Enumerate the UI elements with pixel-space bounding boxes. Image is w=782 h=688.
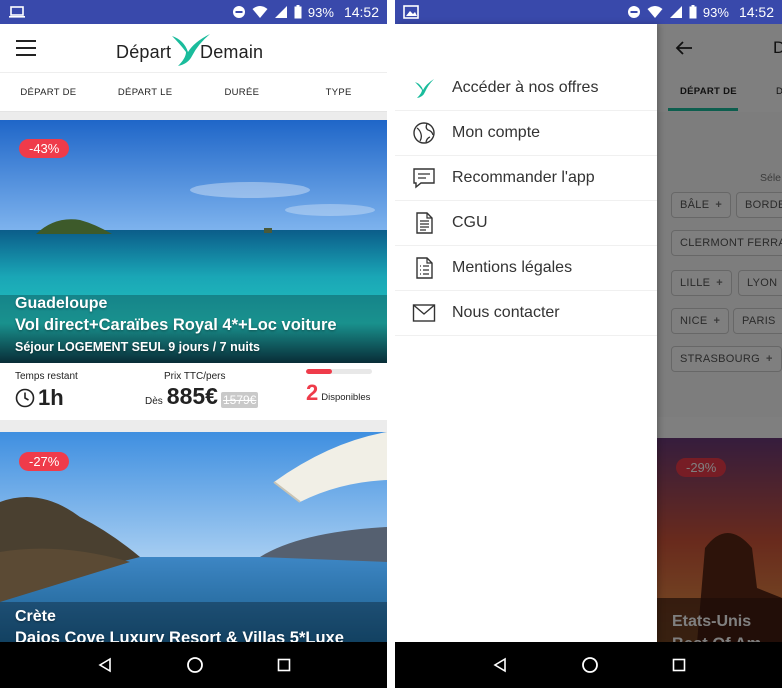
home-nav-icon[interactable]	[186, 656, 204, 674]
clock-icon	[15, 388, 35, 408]
image-icon	[403, 5, 419, 19]
document-icon	[416, 212, 433, 234]
drawer-item-label: Mentions légales	[452, 259, 573, 276]
filter-tabs: DÉPART DE DÉPART LE DURÉE TYPE	[0, 72, 387, 112]
offer-destination: Guadeloupe	[15, 295, 108, 312]
logo-text-demain: Demain	[200, 42, 264, 62]
time-left-value: 1h	[38, 385, 64, 410]
status-bar: 93% 14:52	[0, 0, 387, 24]
phone-navigation-drawer: 93% 14:52 D DÉPART DE D Séle BÂLE+ BORDE…	[395, 0, 782, 688]
drawer-item-cgu[interactable]: CGU	[395, 201, 657, 246]
do-not-disturb-icon	[627, 6, 640, 18]
filter-tab-duree[interactable]: DURÉE	[194, 87, 291, 98]
battery-icon	[294, 5, 302, 19]
price-value: 885€	[166, 383, 218, 409]
bird-icon	[415, 79, 434, 98]
offer-card[interactable]: -27% Crète Daios Cove Luxury Resort & Vi…	[0, 432, 387, 647]
chat-icon	[413, 168, 435, 189]
recents-nav-icon[interactable]	[277, 658, 291, 672]
signal-icon	[669, 6, 682, 18]
back-nav-icon[interactable]	[97, 657, 113, 673]
signal-icon	[274, 6, 287, 18]
globe-icon	[413, 122, 435, 144]
brand-logo: Départ Demain	[116, 30, 276, 68]
system-nav-bar	[0, 642, 387, 688]
drawer-item-compte[interactable]: Mon compte	[395, 111, 657, 156]
wifi-icon	[252, 6, 268, 18]
drawer-item-label: CGU	[452, 214, 488, 231]
offer-text: Guadeloupe Vol direct+Caraïbes Royal 4*+…	[15, 295, 337, 354]
available-count: 2	[306, 380, 319, 405]
price-prefix: Dès	[145, 396, 163, 407]
battery-percent: 93%	[702, 4, 729, 20]
back-nav-icon[interactable]	[492, 657, 508, 673]
available-label: Disponibles	[321, 392, 371, 403]
drawer-item-offres[interactable]: Accéder à nos offres	[395, 66, 657, 111]
drawer-item-label: Nous contacter	[452, 304, 560, 321]
battery-percent: 93%	[307, 4, 334, 20]
filter-tab-depart-de[interactable]: DÉPART DE	[0, 87, 97, 98]
navigation-drawer: Accéder à nos offres Mon compte Recomman…	[395, 24, 657, 642]
list-document-icon	[416, 257, 433, 279]
discount-badge: -27%	[19, 452, 70, 471]
offer-destination: Crète	[15, 608, 56, 625]
clock: 14:52	[343, 4, 379, 20]
drawer-item-label: Recommander l'app	[452, 169, 595, 186]
hamburger-menu-icon[interactable]	[16, 40, 36, 56]
old-price: 1579€	[220, 392, 259, 408]
drawer-item-contact[interactable]: Nous contacter	[395, 291, 657, 336]
recents-nav-icon[interactable]	[672, 658, 686, 672]
price-block: Prix TTC/pers Dès 885€ 1579€	[145, 371, 259, 410]
drawer-menu: Accéder à nos offres Mon compte Recomman…	[395, 66, 657, 336]
filter-tab-depart-le[interactable]: DÉPART LE	[97, 87, 194, 98]
offer-info-row: Temps restant 1h Prix TTC/pers Dès 885€ …	[0, 363, 387, 420]
time-left: Temps restant 1h	[15, 371, 78, 411]
system-nav-bar	[395, 642, 782, 688]
time-left-label: Temps restant	[15, 371, 78, 382]
offers-feed: -43% Guadeloupe Vol direct+Caraïbes Roya…	[0, 112, 387, 647]
offer-subtitle: Séjour LOGEMENT SEUL 9 jours / 7 nuits	[15, 340, 260, 354]
phone-offers-list: 93% 14:52 Départ Demain DÉPART DE DÉPART…	[0, 0, 387, 688]
price-label: Prix TTC/pers	[164, 371, 226, 382]
app-bar: Départ Demain	[0, 24, 387, 72]
envelope-icon	[412, 304, 436, 322]
availability-bar	[306, 369, 372, 374]
clock: 14:52	[738, 4, 774, 20]
logo-text-depart: Départ	[116, 42, 172, 62]
discount-badge: -43%	[19, 139, 70, 158]
battery-icon	[689, 5, 697, 19]
offer-title: Vol direct+Caraïbes Royal 4*+Loc voiture	[15, 316, 337, 334]
do-not-disturb-icon	[232, 6, 245, 18]
wifi-icon	[647, 6, 663, 18]
laptop-icon	[9, 6, 25, 18]
offer-card[interactable]: -43% Guadeloupe Vol direct+Caraïbes Roya…	[0, 120, 387, 420]
status-bar: 93% 14:52	[395, 0, 782, 24]
filter-tab-type[interactable]: TYPE	[290, 87, 387, 98]
availability: 2 Disponibles	[306, 369, 374, 406]
drawer-item-label: Mon compte	[452, 124, 541, 141]
home-nav-icon[interactable]	[581, 656, 599, 674]
availability-bar-fill	[306, 369, 333, 374]
drawer-item-mentions[interactable]: Mentions légales	[395, 246, 657, 291]
drawer-item-recommander[interactable]: Recommander l'app	[395, 156, 657, 201]
screenshot-stage: 93% 14:52 Départ Demain DÉPART DE DÉPART…	[0, 0, 782, 688]
drawer-item-label: Accéder à nos offres	[452, 79, 599, 96]
